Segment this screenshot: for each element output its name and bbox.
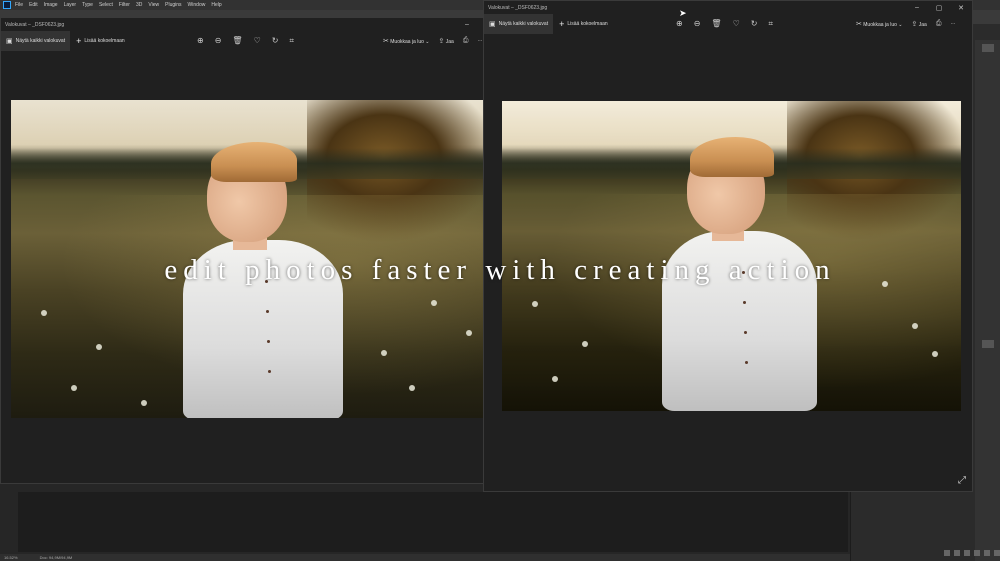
more-button[interactable]: ···: [477, 38, 482, 44]
viewer-toolbar: ▣ Näytä kaikki valokuvat + Lisää kokoelm…: [1, 31, 500, 51]
see-all-label: Näytä kaikki valokuvat: [498, 21, 549, 27]
add-to-collection-button[interactable]: + Lisää kokoelmaan: [559, 19, 608, 29]
menu-filter[interactable]: Filter: [119, 2, 130, 8]
menu-layer[interactable]: Layer: [64, 2, 77, 8]
menu-image[interactable]: Image: [44, 2, 58, 8]
crop-icon[interactable]: ⌗: [768, 19, 773, 29]
add-collection-label: Lisää kokoelmaan: [84, 38, 125, 44]
zoom-level: 16.52%: [4, 555, 18, 560]
zoom-out-icon[interactable]: ⊖: [694, 19, 701, 29]
photos-icon: ▣: [489, 21, 496, 28]
panel-icon[interactable]: [982, 340, 994, 348]
menu-view[interactable]: View: [148, 2, 159, 8]
window-title: Valokuvat – _DSF0623.jpg: [5, 21, 65, 28]
minimize-button[interactable]: –: [456, 21, 478, 29]
plus-icon: +: [559, 19, 565, 29]
photoshop-document: [18, 492, 848, 552]
menu-edit[interactable]: Edit: [29, 2, 38, 8]
plus-icon: +: [76, 36, 82, 46]
print-icon[interactable]: ⎙: [936, 20, 942, 28]
menu-plugins[interactable]: Plugins: [165, 2, 181, 8]
photo-viewer-left: Valokuvat – _DSF0623.jpg – ▢ ▣ Näytä kai…: [0, 17, 501, 484]
share-label: Jaa: [918, 22, 927, 28]
viewer-toolbar: ▣ Näytä kaikki valokuvat + Lisää kokoelm…: [484, 14, 972, 34]
edit-create-label: Muokkaa ja luo: [390, 39, 424, 45]
share-button[interactable]: ⇪ Jaa: [912, 20, 927, 28]
minimize-button[interactable]: –: [906, 4, 928, 12]
see-all-photos-button[interactable]: ▣ Näytä kaikki valokuvat: [1, 31, 71, 51]
photos-icon: ▣: [6, 38, 13, 45]
adjustment-icon[interactable]: [964, 550, 970, 556]
more-button[interactable]: ···: [950, 21, 955, 27]
rotate-icon[interactable]: ↻: [751, 19, 758, 29]
window-title: Valokuvat – _DSF0623.jpg: [488, 4, 548, 11]
menu-select[interactable]: Select: [99, 2, 113, 8]
delete-icon[interactable]: 🗑: [232, 36, 242, 46]
fullscreen-icon[interactable]: ⤢: [958, 475, 966, 486]
print-icon[interactable]: ⎙: [463, 37, 469, 45]
mouse-cursor-icon: ➤: [679, 8, 687, 18]
heart-icon[interactable]: ♡: [733, 19, 740, 29]
zoom-in-icon[interactable]: ⊕: [197, 36, 204, 46]
video-caption: edit photos faster with creating action: [164, 254, 836, 286]
new-layer-icon[interactable]: [984, 550, 990, 556]
zoom-out-icon[interactable]: ⊖: [215, 36, 222, 46]
zoom-in-icon[interactable]: ⊕: [676, 19, 683, 29]
menu-window[interactable]: Window: [188, 2, 206, 8]
add-collection-label: Lisää kokoelmaan: [567, 21, 608, 27]
panel-icon[interactable]: [982, 44, 994, 52]
fx-icon[interactable]: [944, 550, 950, 556]
rotate-icon[interactable]: ↻: [272, 36, 279, 46]
viewer-tools: ⊕ ⊖ 🗑 ♡ ↻ ⌗: [197, 36, 294, 46]
viewer-right-tools: ✂ Muokkaa ja luo ⌄ ⇪ Jaa ⎙ ···: [856, 20, 955, 28]
edit-create-button[interactable]: ✂ Muokkaa ja luo ⌄: [856, 20, 903, 28]
close-button[interactable]: ✕: [950, 4, 972, 12]
see-all-label: Näytä kaikki valokuvat: [15, 38, 66, 44]
menu-help[interactable]: Help: [211, 2, 221, 8]
viewer-right-tools: ✂ Muokkaa ja luo ⌄ ⇪ Jaa ⎙ ···: [383, 37, 482, 45]
layers-panel-actions: [860, 548, 1000, 558]
mask-icon[interactable]: [954, 550, 960, 556]
titlebar: Valokuvat – _DSF0623.jpg – ▢: [1, 18, 500, 31]
trash-icon[interactable]: [994, 550, 1000, 556]
photoshop-logo-icon: [3, 1, 11, 9]
menu-3d[interactable]: 3D: [136, 2, 142, 8]
edit-icon: ✂: [383, 38, 389, 45]
maximize-button[interactable]: ▢: [928, 4, 950, 12]
titlebar: Valokuvat – _DSF0623.jpg – ▢ ✕: [484, 1, 972, 14]
share-button[interactable]: ⇪ Jaa: [439, 37, 454, 45]
group-icon[interactable]: [974, 550, 980, 556]
viewer-tools: ⊕ ⊖ 🗑 ♡ ↻ ⌗: [676, 19, 773, 29]
edit-create-label: Muokkaa ja luo: [863, 22, 897, 28]
edit-icon: ✂: [856, 21, 862, 28]
crop-icon[interactable]: ⌗: [289, 36, 294, 46]
photoshop-panel-strip: [975, 40, 1000, 561]
share-icon: ⇪: [911, 21, 918, 28]
doc-size: Doc: 94,9M/94,9M: [39, 555, 73, 560]
share-icon: ⇪: [438, 38, 445, 45]
photoshop-status-bar: 16.52% Doc: 94,9M/94,9M: [0, 554, 850, 561]
see-all-photos-button[interactable]: ▣ Näytä kaikki valokuvat: [484, 14, 554, 34]
share-label: Jaa: [445, 39, 454, 45]
delete-icon[interactable]: 🗑: [711, 19, 721, 29]
menu-file[interactable]: File: [15, 2, 23, 8]
heart-icon[interactable]: ♡: [254, 36, 261, 46]
photo-viewer-right: Valokuvat – _DSF0623.jpg – ▢ ✕ ▣ Näytä k…: [483, 0, 973, 492]
add-to-collection-button[interactable]: + Lisää kokoelmaan: [76, 36, 125, 46]
menu-type[interactable]: Type: [82, 2, 93, 8]
edit-create-button[interactable]: ✂ Muokkaa ja luo ⌄: [383, 37, 430, 45]
